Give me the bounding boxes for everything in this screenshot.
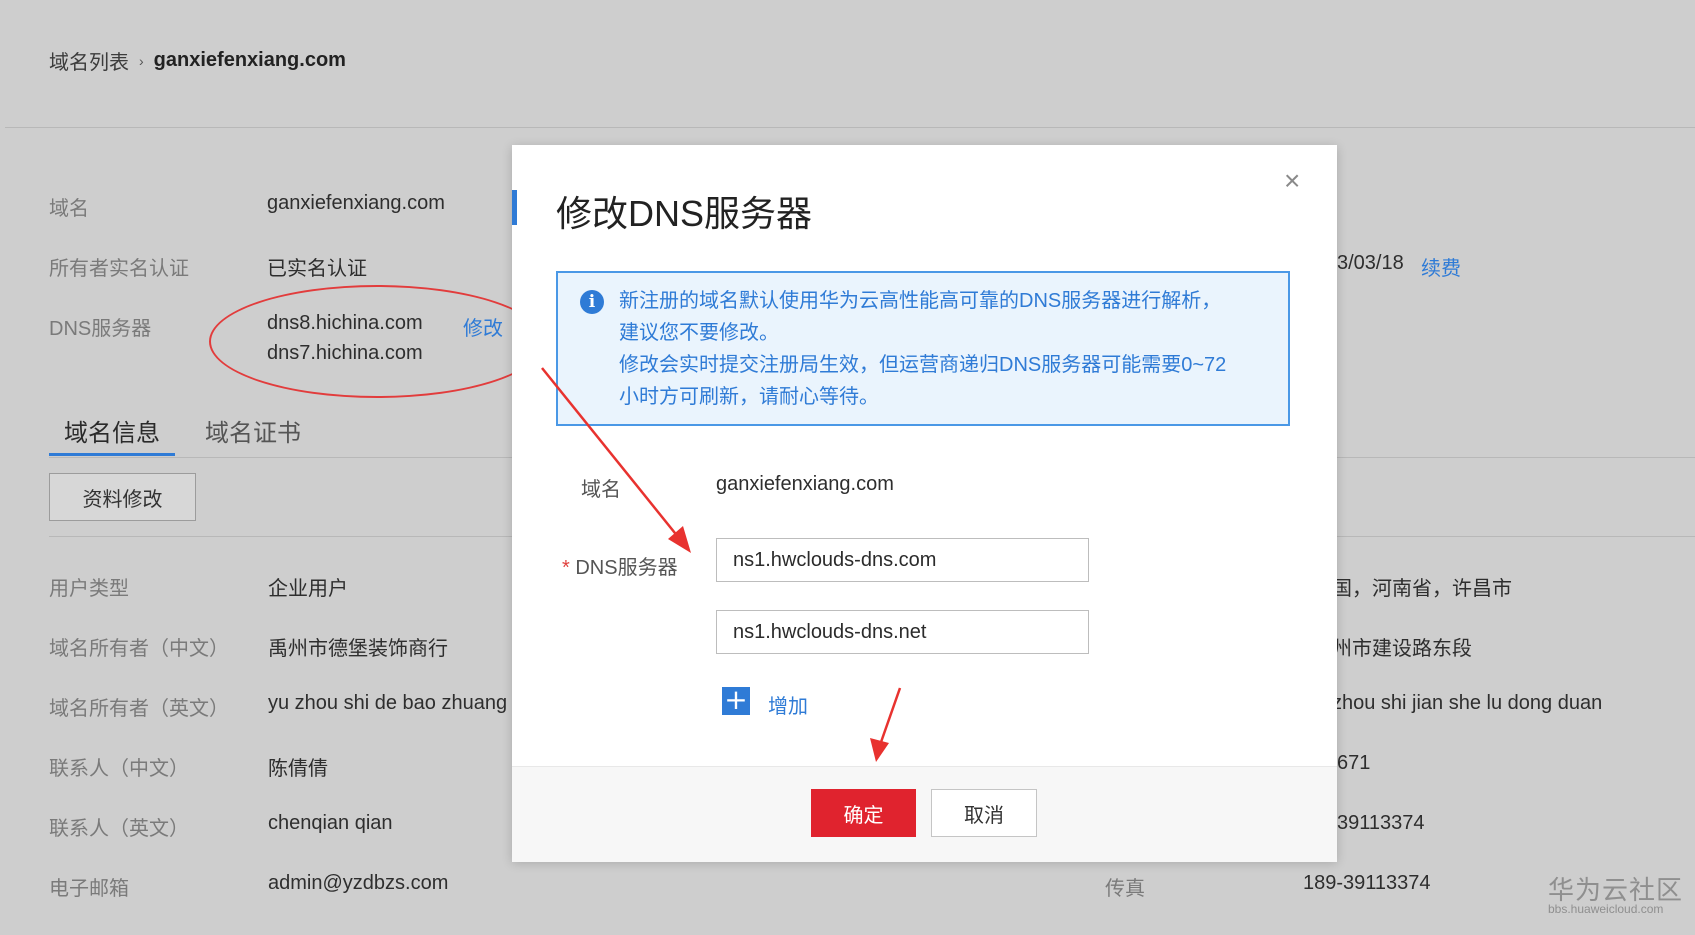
annotation-arrows bbox=[541, 367, 902, 762]
annotation-arrow-1-shaft bbox=[541, 367, 684, 544]
annotation-arrow-2-head bbox=[870, 738, 889, 762]
annotation-arrow-2-shaft bbox=[878, 687, 902, 746]
